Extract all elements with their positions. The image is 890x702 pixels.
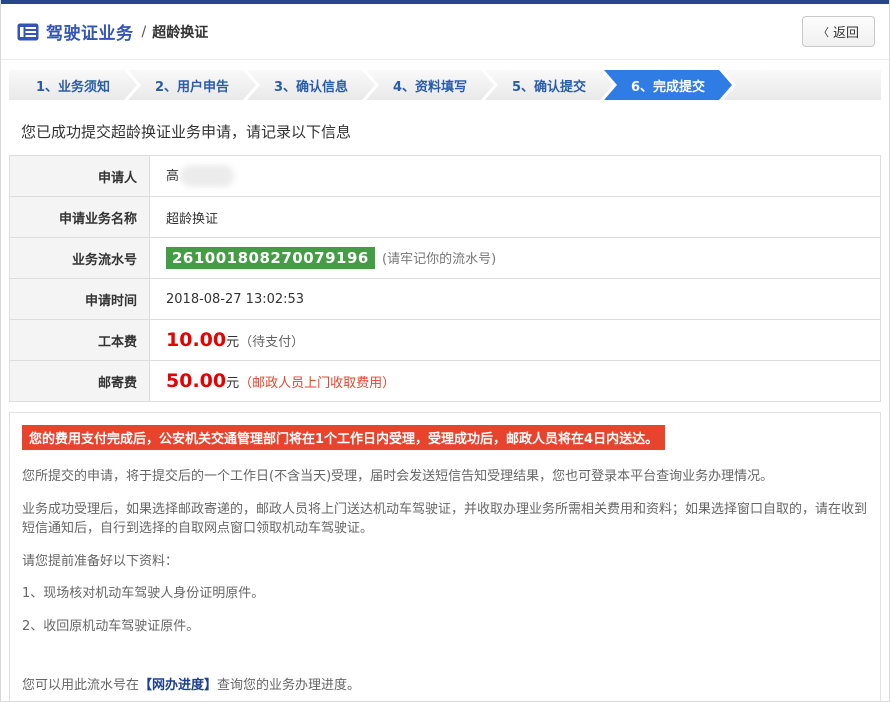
row-label-apply-time: 申请时间 <box>10 279 150 320</box>
back-button-label: 返回 <box>833 22 859 41</box>
back-button[interactable]: 〈 返回 <box>802 16 875 47</box>
table-row-serial-number: 业务流水号 261001808270079196 (请牢记你的流水号) <box>10 238 881 279</box>
row-label-applicant: 申请人 <box>10 156 150 197</box>
step-bar-filler <box>723 70 881 100</box>
notice-paragraph-5: 2、收回原机动车驾驶证原件。 <box>22 617 868 637</box>
step-1-business-notice: 1、业务须知 <box>9 70 137 100</box>
production-fee-unit: 元 <box>226 335 239 350</box>
notice-paragraph-4: 1、现场核对机动车驾驶人身份证明原件。 <box>22 584 868 604</box>
applicant-name: 高 <box>166 169 179 184</box>
application-info-table: 申请人 高 申请业务名称 超龄换证 业务流水号 2610018082700791… <box>9 155 881 402</box>
breadcrumb-current: 超龄换证 <box>152 22 208 42</box>
page-title: 驾驶证业务 <box>46 19 134 44</box>
row-value-production-fee: 10.00元（待支付） <box>150 320 881 361</box>
step-4-fill-materials: 4、资料填写 <box>366 70 494 100</box>
redaction-blur <box>180 165 234 187</box>
row-label-serial-number: 业务流水号 <box>10 238 150 279</box>
row-value-serial-number: 261001808270079196 (请牢记你的流水号) <box>150 238 881 279</box>
postage-fee-note: （邮政人员上门收取费用） <box>239 376 395 391</box>
license-list-icon <box>17 23 39 41</box>
table-row-applicant: 申请人 高 <box>10 156 881 197</box>
postage-fee-amount: 50.00 <box>166 370 226 392</box>
header: 驾驶证业务 / 超龄换证 〈 返回 <box>1 4 889 60</box>
table-row-production-fee: 工本费 10.00元（待支付） <box>10 320 881 361</box>
row-value-applicant: 高 <box>150 156 881 197</box>
breadcrumb-separator: / <box>142 24 147 40</box>
production-fee-amount: 10.00 <box>166 329 226 351</box>
table-row-apply-time: 申请时间 2018-08-27 13:02:53 <box>10 279 881 320</box>
row-value-business-name: 超龄换证 <box>150 197 881 238</box>
serial-number-badge: 261001808270079196 <box>166 247 375 269</box>
row-label-business-name: 申请业务名称 <box>10 197 150 238</box>
notice-paragraph-2: 业务成功受理后，如果选择邮政寄递的，邮政人员将上门送达机动车驾驶证，并收取办理业… <box>22 500 868 539</box>
serial-number-note: (请牢记你的流水号) <box>382 252 496 267</box>
row-label-production-fee: 工本费 <box>10 320 150 361</box>
progress-hint-line: 您可以用此流水号在【网办进度】查询您的业务办理进度。 <box>22 674 868 693</box>
step-5-confirm-submit: 5、确认提交 <box>485 70 613 100</box>
payment-deadline-banner: 您的费用支付完成后，公安机关交通管理部门将在1个工作日内受理，受理成功后，邮政人… <box>22 425 665 450</box>
production-fee-note: （待支付） <box>239 335 304 350</box>
step-2-user-declaration: 2、用户申告 <box>128 70 256 100</box>
progress-hint-suffix: 查询您的业务办理进度。 <box>217 678 360 693</box>
notice-paragraph-3: 请您提前准备好以下资料： <box>22 552 868 572</box>
table-row-business-name: 申请业务名称 超龄换证 <box>10 197 881 238</box>
progress-hint-prefix: 您可以用此流水号在 <box>22 678 139 693</box>
back-chevron-icon: 〈 <box>818 24 829 40</box>
progress-link[interactable]: 【网办进度】 <box>139 678 217 693</box>
step-6-complete-submit: 6、完成提交 <box>604 70 732 100</box>
row-label-postage-fee: 邮寄费 <box>10 361 150 402</box>
table-row-postage-fee: 邮寄费 50.00元（邮政人员上门收取费用） <box>10 361 881 402</box>
postage-fee-unit: 元 <box>226 376 239 391</box>
success-message: 您已成功提交超龄换证业务申请，请记录以下信息 <box>21 121 889 142</box>
step-3-confirm-info: 3、确认信息 <box>247 70 375 100</box>
notice-paragraph-1: 您所提交的申请，将于提交后的一个工作日(不含当天)受理，届时会发送短信告知受理结… <box>22 467 868 487</box>
row-value-apply-time: 2018-08-27 13:02:53 <box>150 279 881 320</box>
row-value-postage-fee: 50.00元（邮政人员上门收取费用） <box>150 361 881 402</box>
step-progress-bar: 1、业务须知 2、用户申告 3、确认信息 4、资料填写 5、确认提交 6、完成提… <box>9 70 881 100</box>
notice-box: 您的费用支付完成后，公安机关交通管理部门将在1个工作日内受理，受理成功后，邮政人… <box>9 412 881 702</box>
page: 驾驶证业务 / 超龄换证 〈 返回 1、业务须知 2、用户申告 3、确认信息 4… <box>0 0 890 702</box>
